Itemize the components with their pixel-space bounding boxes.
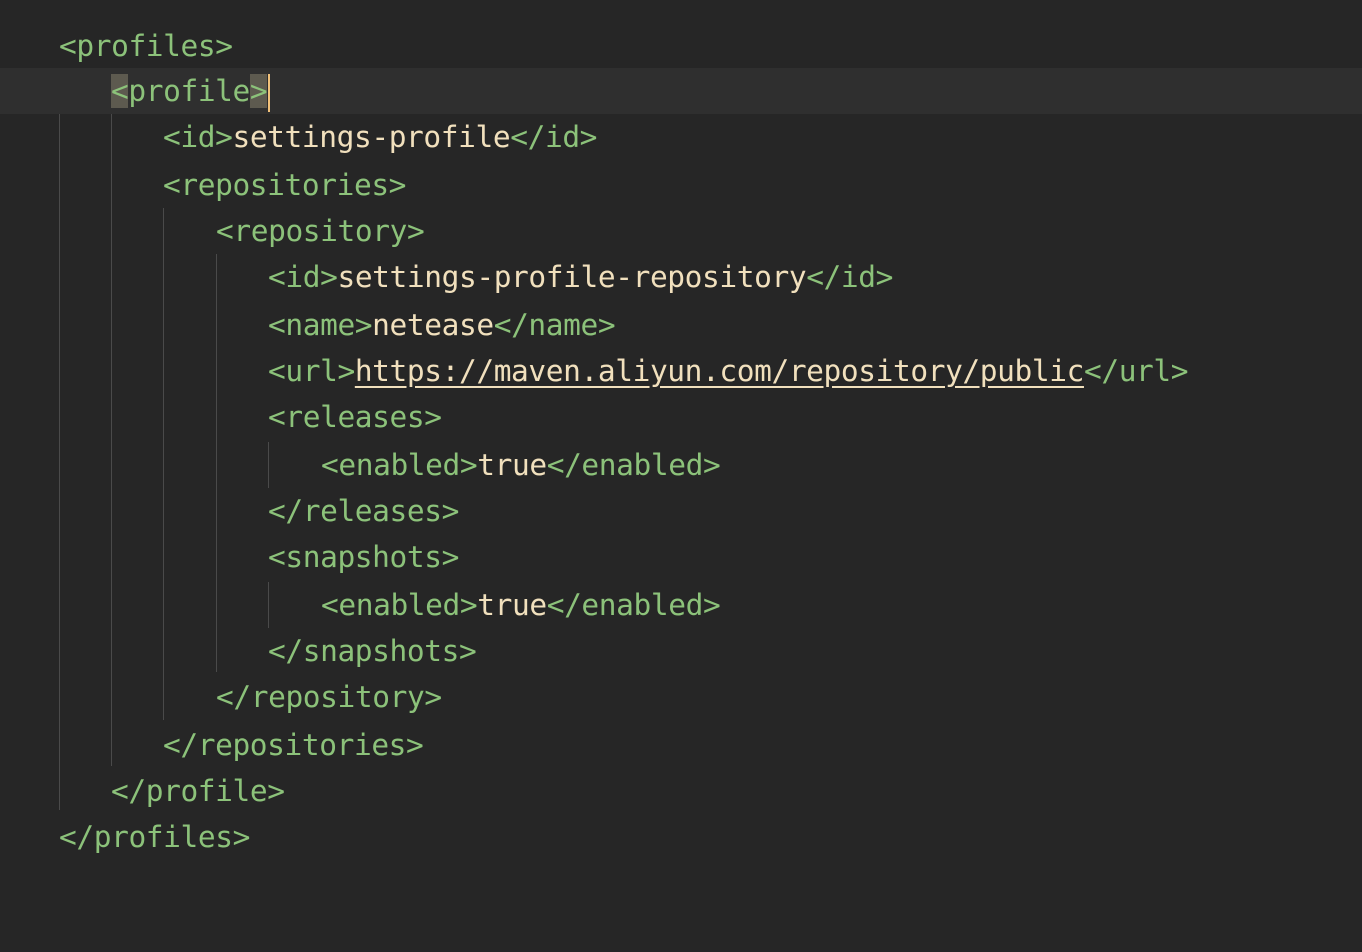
tag-value: true — [477, 448, 547, 482]
url-link[interactable]: https://maven.aliyun.com/repository/publ… — [355, 354, 1085, 388]
xml-tag: </releases> — [268, 494, 459, 528]
xml-tag: <repositories> — [163, 168, 407, 202]
xml-tag: </url> — [1083, 354, 1189, 388]
code-line[interactable]: <repositories> — [0, 162, 1362, 208]
text-caret — [268, 73, 271, 112]
code-line[interactable]: <url>https://maven.aliyun.com/repository… — [0, 348, 1362, 394]
code-line[interactable]: <name>netease</name> — [0, 302, 1362, 348]
xml-tag: </profile> — [111, 774, 285, 808]
xml-tag: </repository> — [216, 680, 442, 714]
code-line[interactable]: <snapshots> — [0, 534, 1362, 580]
xml-tag: <name> — [268, 308, 373, 342]
xml-tag: <snapshots> — [268, 540, 459, 574]
xml-tag: </id> — [806, 260, 893, 294]
xml-tag: </snapshots> — [268, 634, 477, 668]
xml-tag: </profiles> — [59, 820, 250, 854]
code-line[interactable]: </profile> — [0, 768, 1362, 814]
xml-tag: </id> — [510, 120, 598, 154]
code-line[interactable]: </releases> — [0, 488, 1362, 534]
xml-tag: <profiles> — [59, 29, 233, 63]
tag-value: settings-profile — [232, 120, 511, 154]
code-line[interactable]: <releases> — [0, 394, 1362, 440]
code-line[interactable]: <profiles> — [0, 23, 1362, 69]
xml-tag: <repository> — [216, 214, 425, 248]
code-line[interactable]: </repositories> — [0, 722, 1362, 768]
tag-value: netease — [372, 308, 494, 342]
xml-tag: </enabled> — [546, 448, 721, 482]
tag-value: settings-profile-repository — [337, 260, 807, 294]
bracket-match-close: > — [249, 74, 268, 108]
code-line[interactable]: </repository> — [0, 674, 1362, 720]
xml-tag: </name> — [493, 308, 616, 342]
code-line[interactable]: <enabled>true</enabled> — [0, 442, 1362, 488]
code-line[interactable]: <repository> — [0, 208, 1362, 254]
code-line[interactable]: </profiles> — [0, 814, 1362, 860]
code-line-current[interactable]: <profile> — [0, 68, 1362, 114]
xml-tag: <id> — [163, 120, 233, 154]
code-editor[interactable]: <profiles> <profile> <id>settings-profil… — [0, 0, 1362, 892]
tag-value: true — [477, 588, 547, 622]
code-line[interactable]: <id>settings-profile-repository</id> — [0, 254, 1362, 300]
xml-tag: <enabled> — [321, 448, 478, 482]
xml-tag: </enabled> — [546, 588, 721, 622]
bracket-match-open: < — [111, 74, 129, 108]
xml-tag: <enabled> — [321, 588, 478, 622]
code-line[interactable]: </snapshots> — [0, 628, 1362, 674]
xml-tag: <id> — [268, 260, 338, 294]
xml-tag: <url> — [268, 354, 355, 388]
code-line[interactable]: <id>settings-profile</id> — [0, 114, 1362, 160]
xml-tag: </repositories> — [163, 728, 424, 762]
xml-tag: <releases> — [268, 400, 442, 434]
xml-tag: <profile> — [111, 74, 268, 108]
tag-name: profile — [128, 74, 250, 108]
code-line[interactable]: <enabled>true</enabled> — [0, 582, 1362, 628]
